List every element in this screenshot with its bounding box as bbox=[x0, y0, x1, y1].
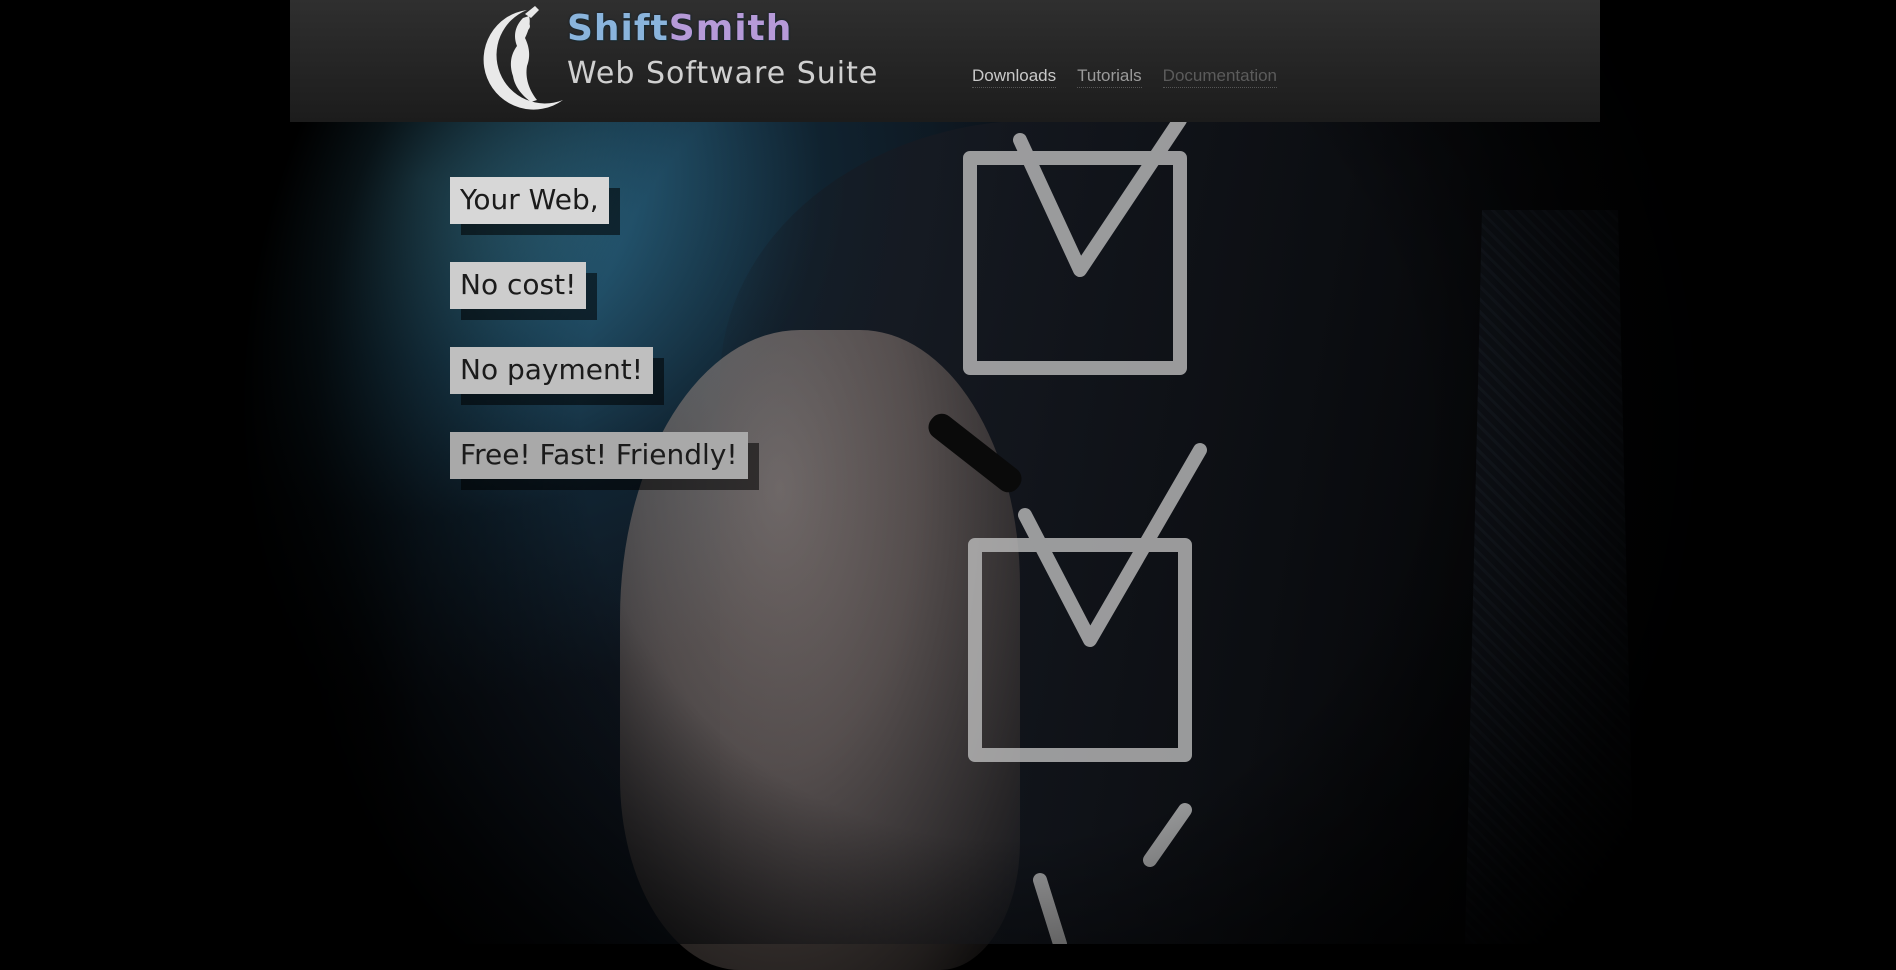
nav-downloads-link[interactable]: Downloads bbox=[972, 66, 1057, 88]
brand-name-part2: Smith bbox=[668, 8, 793, 49]
main-nav: Downloads Tutorials Documentation bbox=[972, 66, 1278, 88]
brand-name: ShiftSmith bbox=[567, 8, 792, 49]
nav-documentation-link[interactable]: Documentation bbox=[1162, 66, 1278, 88]
nav-tutorials-link[interactable]: Tutorials bbox=[1077, 66, 1142, 88]
site-subtitle: Web Software Suite bbox=[567, 56, 879, 91]
slogan-box: No cost! bbox=[450, 262, 587, 309]
crescent-moon-mermaid-logo-icon bbox=[483, 6, 563, 110]
brand-name-part1: Shift bbox=[567, 8, 669, 49]
site-logo[interactable]: ShiftSmith Web Software Suite bbox=[465, 4, 885, 114]
vignette-overlay bbox=[0, 0, 1896, 944]
hero-background bbox=[0, 0, 1896, 970]
slogan-box: Your Web, bbox=[450, 177, 609, 224]
slogan-box: Free! Fast! Friendly! bbox=[450, 432, 748, 479]
slogan-box: No payment! bbox=[450, 347, 653, 394]
